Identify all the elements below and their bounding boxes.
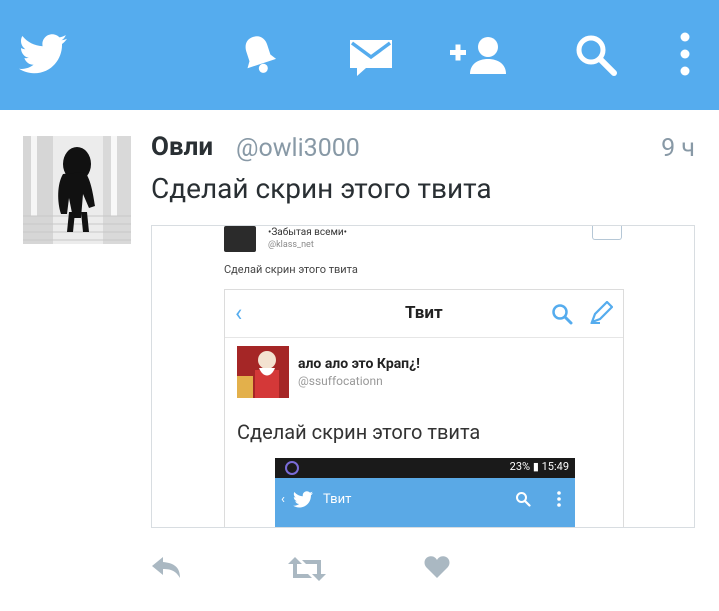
photo-forgotten-name: •Забытая всеми•: [268, 227, 348, 238]
more-vertical-icon[interactable]: [680, 32, 690, 76]
photo-compose-icon: [589, 300, 614, 329]
tweet-photo[interactable]: •Забытая всеми• @klass_net Сделай скрин …: [151, 225, 695, 528]
photo-small-avatar: [224, 226, 256, 252]
photo-follow-icon: [592, 226, 622, 240]
avatar[interactable]: [23, 136, 131, 244]
photo-screen-title: Твит: [405, 303, 443, 323]
like-heart-icon[interactable]: [424, 555, 450, 583]
envelope-icon[interactable]: [350, 40, 392, 76]
user-name[interactable]: Овли: [151, 132, 213, 162]
inner-twitter-bird-icon: [293, 491, 313, 512]
photo-user-name: ало ало это Крап¿!: [298, 356, 420, 372]
twitter-bird-icon[interactable]: [19, 34, 67, 74]
top-bar: [0, 0, 719, 110]
photo-user-avatar: [237, 346, 289, 398]
photo-status-bar: 23% ▮ 15:49: [275, 458, 575, 478]
search-icon[interactable]: [575, 34, 617, 76]
back-chevron-icon: ‹: [235, 299, 243, 327]
s-logo-icon: [285, 461, 299, 475]
photo-inner-screenshot: 23% ▮ 15:49 ‹ Твит: [275, 458, 575, 527]
inner-back-chevron-icon: ‹: [281, 492, 285, 507]
bell-icon[interactable]: [241, 33, 277, 77]
reply-icon[interactable]: [150, 553, 184, 587]
add-user-icon[interactable]: [450, 36, 508, 76]
photo-screen-frame: ‹ Твит ало ало это Крап¿! @ssuffocationn…: [224, 289, 624, 527]
photo-user-handle: @ssuffocationn: [298, 374, 383, 388]
photo-caption: Сделай скрин этого твита: [224, 263, 358, 276]
inner-more-icon: [557, 491, 561, 511]
tweet-text: Сделай скрин этого твита: [151, 172, 492, 205]
status-bar-text: 23% ▮ 15:49: [509, 460, 569, 473]
inner-search-icon: [515, 491, 531, 511]
retweet-icon[interactable]: [287, 556, 327, 586]
inner-title: Твит: [323, 492, 352, 507]
timestamp[interactable]: 9 ч: [661, 134, 695, 163]
photo-search-icon: [551, 303, 573, 329]
user-handle[interactable]: @owli3000: [236, 134, 360, 163]
photo-tweet-text: Сделай скрин этого твита: [237, 420, 481, 444]
photo-screen-header: ‹ Твит: [225, 290, 623, 338]
photo-forgotten-handle: @klass_net: [268, 240, 314, 250]
